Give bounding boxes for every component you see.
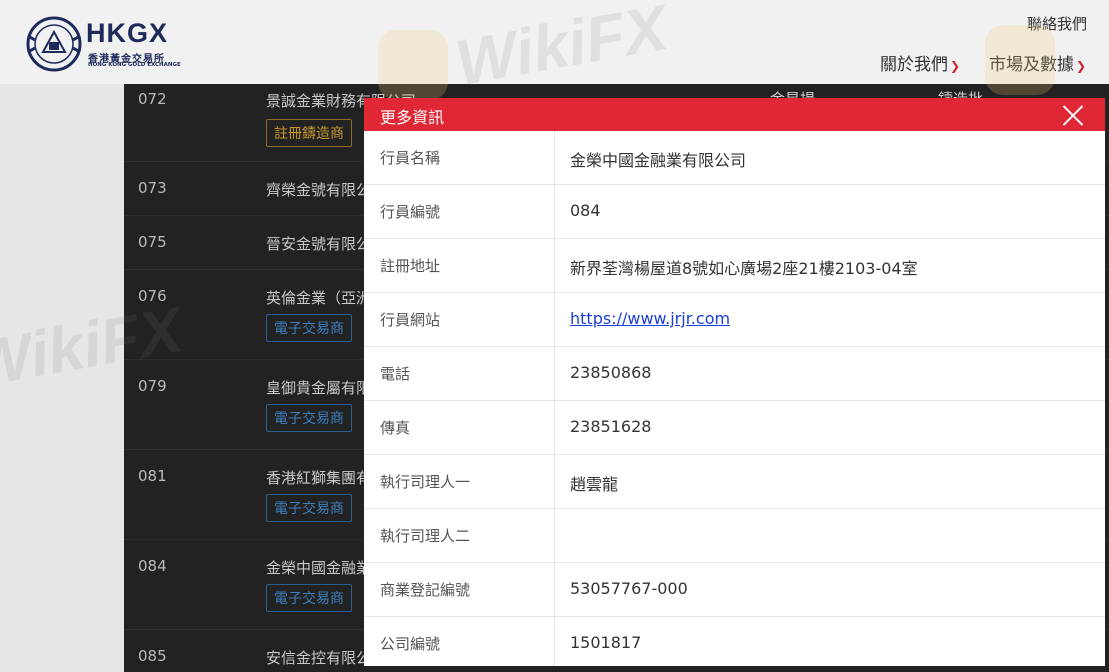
info-row-manager-1: 執行司理人一 趙雲龍 bbox=[364, 455, 1105, 509]
chevron-down-icon: ❯ bbox=[1076, 59, 1087, 73]
member-name[interactable]: 金榮中國金融業 bbox=[266, 557, 371, 578]
info-row-member-number: 行員編號 084 bbox=[364, 185, 1105, 239]
info-label: 行員名稱 bbox=[380, 149, 441, 167]
column-divider bbox=[554, 455, 555, 508]
nav-about-us-label: 關於我們 bbox=[880, 55, 948, 75]
chevron-down-icon: ❯ bbox=[950, 59, 961, 73]
modal-header: 更多資訊 bbox=[364, 98, 1105, 131]
info-row-business-reg: 商業登記編號 53057767-000 bbox=[364, 563, 1105, 617]
member-id: 084 bbox=[138, 557, 167, 575]
info-label: 執行司理人一 bbox=[380, 473, 471, 491]
info-row-fax: 傳真 23851628 bbox=[364, 401, 1105, 455]
info-label: 註冊地址 bbox=[380, 257, 441, 275]
column-divider bbox=[554, 347, 555, 400]
modal-title: 更多資訊 bbox=[380, 108, 445, 127]
column-divider bbox=[554, 563, 555, 616]
info-value: 084 bbox=[570, 201, 601, 220]
info-value: 金榮中國金融業有限公司 bbox=[570, 151, 747, 170]
info-value: 53057767-000 bbox=[570, 579, 688, 598]
member-tag: 註冊鑄造商 bbox=[266, 119, 352, 147]
site-header: HKGX 香港黃金交易所 HONG KONG GOLD EXCHANGE 聯絡我… bbox=[0, 0, 1109, 84]
info-label: 公司編號 bbox=[380, 635, 441, 653]
member-tag: 電子交易商 bbox=[266, 314, 352, 342]
info-label: 行員編號 bbox=[380, 203, 441, 221]
info-label: 傳真 bbox=[380, 419, 411, 437]
info-row-phone: 電話 23850868 bbox=[364, 347, 1105, 401]
info-value: https://www.jrjr.com bbox=[570, 309, 730, 328]
info-label: 商業登記編號 bbox=[380, 581, 471, 599]
info-label: 行員網站 bbox=[380, 311, 441, 329]
member-name[interactable]: 安信金控有限公 bbox=[266, 647, 371, 668]
info-row-website: 行員網站 https://www.jrjr.com bbox=[364, 293, 1105, 347]
member-id: 079 bbox=[138, 377, 167, 395]
info-label: 執行司理人二 bbox=[380, 527, 471, 545]
column-divider bbox=[554, 131, 555, 184]
logo-english-name: HONG KONG GOLD EXCHANGE bbox=[88, 62, 181, 68]
member-info-modal: 更多資訊 行員名稱 金榮中國金融業有限公司 行員編號 084 註冊地址 新界荃灣… bbox=[364, 98, 1105, 666]
info-label: 電話 bbox=[380, 365, 411, 383]
column-divider bbox=[554, 239, 555, 292]
member-tag: 電子交易商 bbox=[266, 494, 352, 522]
member-id: 075 bbox=[138, 233, 167, 251]
member-id: 072 bbox=[138, 90, 167, 108]
column-divider bbox=[554, 293, 555, 346]
nav-market-data[interactable]: 市場及數據 ❯ bbox=[989, 50, 1086, 75]
logo-wordmark[interactable]: HKGX bbox=[86, 18, 168, 49]
info-row-member-name: 行員名稱 金榮中國金融業有限公司 bbox=[364, 131, 1105, 185]
member-name[interactable]: 英倫金業（亞洲 bbox=[266, 287, 371, 308]
member-tag: 電子交易商 bbox=[266, 404, 352, 432]
info-value: 新界荃灣楊屋道8號如心廣場2座21樓2103-04室 bbox=[570, 259, 918, 278]
close-icon[interactable] bbox=[1061, 103, 1085, 127]
column-divider bbox=[554, 617, 555, 666]
member-tag: 電子交易商 bbox=[266, 584, 352, 612]
website-link[interactable]: https://www.jrjr.com bbox=[570, 309, 730, 328]
info-value: 23851628 bbox=[570, 417, 652, 436]
info-row-address: 註冊地址 新界荃灣楊屋道8號如心廣場2座21樓2103-04室 bbox=[364, 239, 1105, 293]
member-id: 076 bbox=[138, 287, 167, 305]
contact-us-link[interactable]: 聯絡我們 bbox=[1027, 13, 1087, 34]
info-value: 1501817 bbox=[570, 633, 642, 652]
member-id: 081 bbox=[138, 467, 167, 485]
member-id: 073 bbox=[138, 179, 167, 197]
column-divider bbox=[554, 509, 555, 562]
info-value: 趙雲龍 bbox=[570, 475, 619, 494]
info-row-company-number: 公司編號 1501817 bbox=[364, 617, 1105, 666]
hkgx-emblem-icon[interactable] bbox=[25, 16, 83, 72]
member-name[interactable]: 皇御貴金屬有限 bbox=[266, 377, 371, 398]
member-name[interactable]: 晉安金號有限公 bbox=[266, 233, 371, 254]
column-divider bbox=[554, 401, 555, 454]
info-row-manager-2: 執行司理人二 bbox=[364, 509, 1105, 563]
column-divider bbox=[554, 185, 555, 238]
nav-market-data-label: 市場及數據 bbox=[989, 55, 1074, 75]
member-name[interactable]: 香港紅獅集團有 bbox=[266, 467, 371, 488]
member-id: 085 bbox=[138, 647, 167, 665]
info-table: 行員名稱 金榮中國金融業有限公司 行員編號 084 註冊地址 新界荃灣楊屋道8號… bbox=[364, 131, 1105, 666]
info-value: 23850868 bbox=[570, 363, 652, 382]
nav-about-us[interactable]: 關於我們 ❯ bbox=[880, 50, 960, 75]
member-name[interactable]: 齊榮金號有限公 bbox=[266, 179, 371, 200]
